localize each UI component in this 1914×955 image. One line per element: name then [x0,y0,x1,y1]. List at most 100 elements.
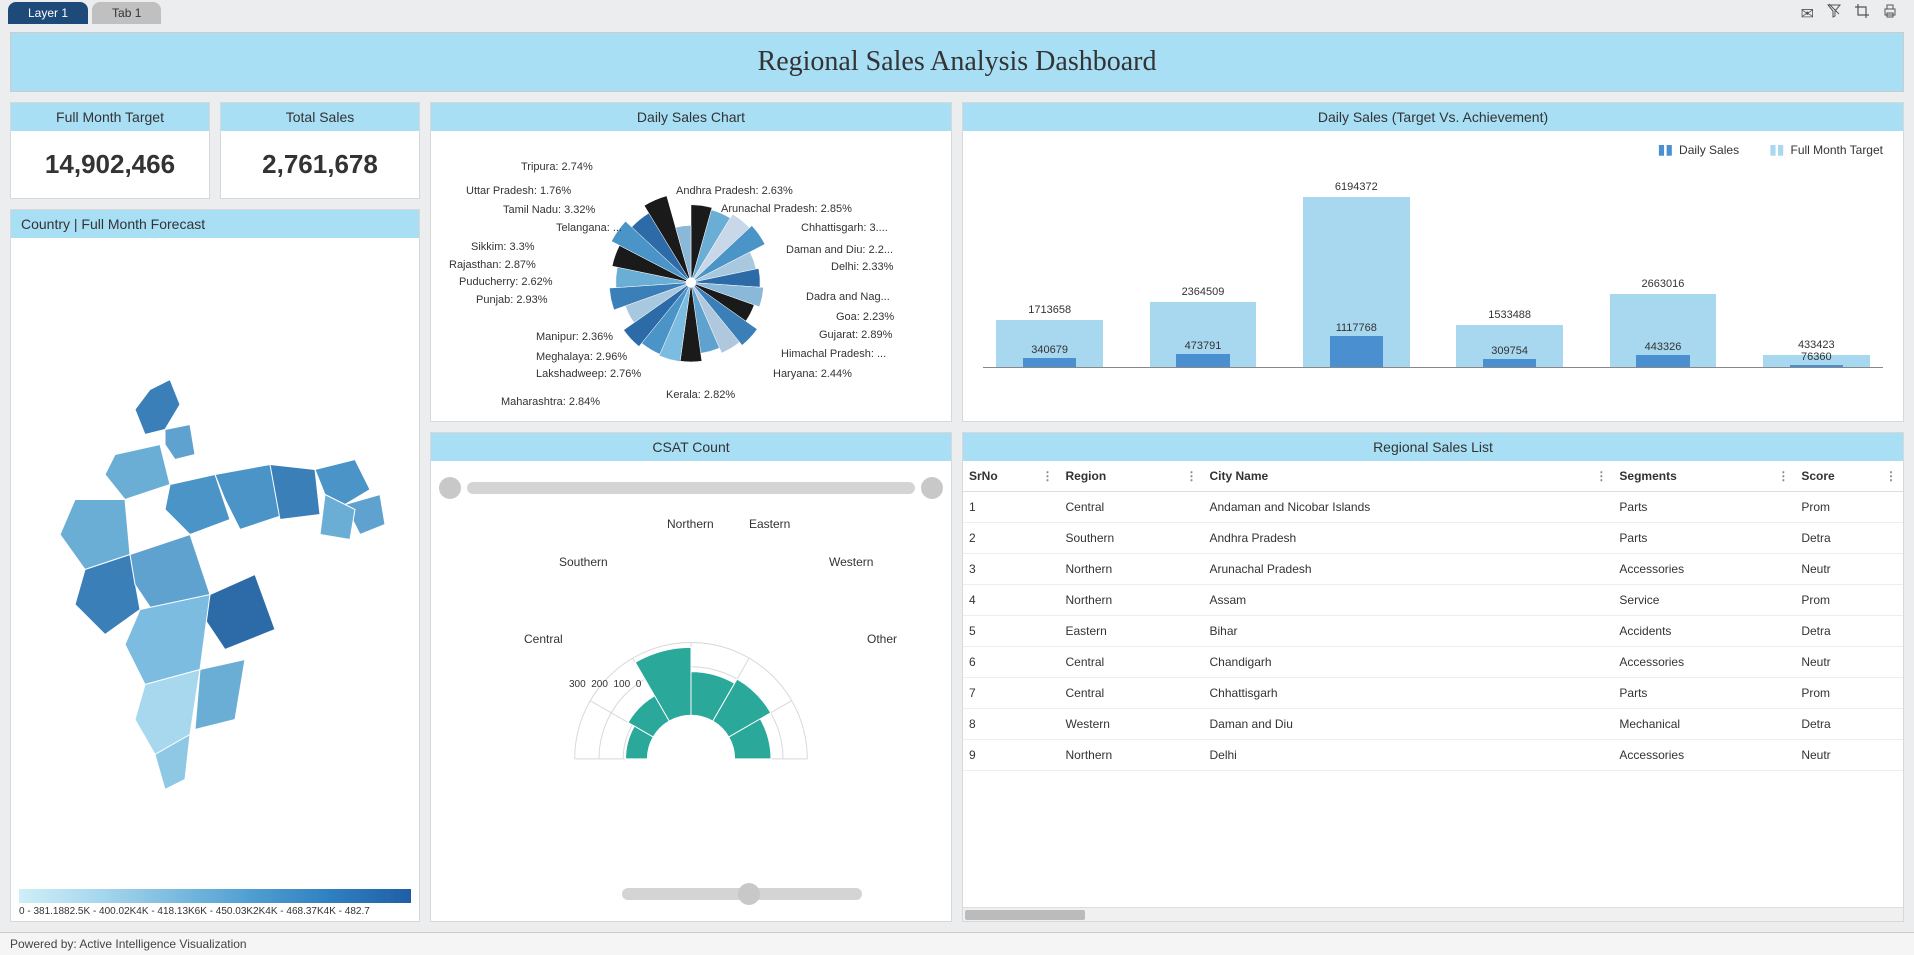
table-cell: 5 [963,616,1059,647]
csat-bottom-slider[interactable] [439,883,943,905]
table-row[interactable]: 6CentralChandigarhAccessoriesNeutr [963,647,1903,678]
table-header[interactable]: Segments⋮ [1613,461,1795,492]
column-menu-icon[interactable]: ⋮ [1885,469,1897,483]
table-cell: 8 [963,709,1059,740]
gauge-label-northern: Northern [667,517,714,531]
csat-panel: CSAT Count Northern Eastern Southern Wes… [430,432,952,922]
table-row[interactable]: 4NorthernAssamServiceProm [963,585,1903,616]
bar-group[interactable]: 1713658340679 [983,178,1116,367]
table-cell: 1 [963,492,1059,523]
kpi-sales-label: Total Sales [221,103,419,131]
table-cell: Accessories [1613,647,1795,678]
radial-slice-label: Haryana: 2.44% [773,368,852,380]
mail-icon[interactable]: ✉ [1801,4,1814,24]
tab-tab-1[interactable]: Tab 1 [92,2,161,24]
radial-slice-label: Himachal Pradesh: ... [781,348,886,360]
table-panel: Regional Sales List SrNo⋮Region⋮City Nam… [962,432,1904,922]
gauge-label-western: Western [829,555,873,569]
india-map[interactable] [15,242,415,917]
radial-slice-label: Tamil Nadu: 3.32% [503,204,595,216]
gauge-label-central: Central [524,632,563,646]
table-row[interactable]: 9NorthernDelhiAccessoriesNeutr [963,740,1903,771]
table-cell: Eastern [1059,616,1203,647]
table-cell: Northern [1059,554,1203,585]
radial-chart-panel: Daily Sales Chart Tripura: 2.74%Andhra P… [430,102,952,422]
bar-group[interactable]: 61943721117768 [1290,178,1423,367]
table-cell: 7 [963,678,1059,709]
bar-group[interactable]: 1533488309754 [1443,178,1576,367]
table-cell: Northern [1059,740,1203,771]
radial-slice-label: Andhra Pradesh: 2.63% [676,185,793,197]
table-cell: Prom [1795,678,1903,709]
legend-daily-sales[interactable]: ▮▮Daily Sales [1658,141,1739,158]
table-cell: Prom [1795,492,1903,523]
map-title: Country | Full Month Forecast [11,210,419,238]
radial-slice-label: Telangana: ... [556,222,622,234]
table-row[interactable]: 1CentralAndaman and Nicobar IslandsParts… [963,492,1903,523]
csat-top-slider[interactable] [439,477,943,499]
dashboard-title-panel: Regional Sales Analysis Dashboard [10,32,1904,92]
table-cell: Northern [1059,585,1203,616]
tab-layer-1[interactable]: Layer 1 [8,2,88,24]
table-header[interactable]: Score⋮ [1795,461,1903,492]
table-row[interactable]: 3NorthernArunachal PradeshAccessoriesNeu… [963,554,1903,585]
table-cell: Neutr [1795,647,1903,678]
table-cell: 9 [963,740,1059,771]
bar-group[interactable]: 43342376360 [1750,178,1883,367]
table-horizontal-scrollbar[interactable] [963,907,1903,921]
table-cell: Assam [1204,585,1614,616]
radial-slice-label: Meghalaya: 2.96% [536,351,627,363]
radial-slice-label: Punjab: 2.93% [476,294,548,306]
bar-chart[interactable]: ▮▮Daily Sales ▮▮Full Month Target 171365… [963,131,1903,421]
table-row[interactable]: 5EasternBiharAccidentsDetra [963,616,1903,647]
table-row[interactable]: 2SouthernAndhra PradeshPartsDetra [963,523,1903,554]
filter-clear-icon[interactable] [1826,3,1842,24]
bar-group[interactable]: 2364509473791 [1136,178,1269,367]
print-icon[interactable] [1882,3,1898,24]
gauge-ticks: 300 200 100 0 [569,679,641,690]
table-cell: Detra [1795,709,1903,740]
radial-slice-label: Gujarat: 2.89% [819,329,892,341]
table-cell: Central [1059,647,1203,678]
regional-sales-table[interactable]: SrNo⋮Region⋮City Name⋮Segments⋮Score⋮ 1C… [963,461,1903,771]
bar-chart-panel: Daily Sales (Target Vs. Achievement) ▮▮D… [962,102,1904,422]
radial-chart[interactable]: Tripura: 2.74%Andhra Pradesh: 2.63%Aruna… [431,131,951,422]
radial-slice-label: Dadra and Nag... [806,291,890,303]
radial-slice-label: Tripura: 2.74% [521,161,593,173]
table-cell: Southern [1059,523,1203,554]
column-menu-icon[interactable]: ⋮ [1186,469,1198,483]
radial-slice-label: Goa: 2.23% [836,311,894,323]
map-legend-text: 0 - 381.1882.5K - 400.02K4K - 418.13K6K … [19,906,411,917]
table-cell: Accidents [1613,616,1795,647]
table-cell: Parts [1613,678,1795,709]
csat-gauge[interactable]: Northern Eastern Southern Western Centra… [439,507,943,875]
table-cell: Daman and Diu [1204,709,1614,740]
table-header[interactable]: SrNo⋮ [963,461,1059,492]
table-row[interactable]: 8WesternDaman and DiuMechanicalDetra [963,709,1903,740]
map-legend: 0 - 381.1882.5K - 400.02K4K - 418.13K6K … [19,889,411,917]
table-cell: Service [1613,585,1795,616]
table-cell: Bihar [1204,616,1614,647]
radial-slice-label: Puducherry: 2.62% [459,276,553,288]
column-menu-icon[interactable]: ⋮ [1041,469,1053,483]
table-cell: Accessories [1613,554,1795,585]
bar-group[interactable]: 2663016443326 [1596,178,1729,367]
crop-icon[interactable] [1854,3,1870,24]
table-cell: Detra [1795,616,1903,647]
column-menu-icon[interactable]: ⋮ [1595,469,1607,483]
table-row[interactable]: 7CentralChhattisgarhPartsProm [963,678,1903,709]
radial-slice-label: Uttar Pradesh: 1.76% [466,185,571,197]
radial-slice-label: Manipur: 2.36% [536,331,613,343]
table-title: Regional Sales List [963,433,1903,461]
table-header[interactable]: City Name⋮ [1204,461,1614,492]
kpi-sales-value: 2,761,678 [221,131,419,198]
table-cell: Parts [1613,523,1795,554]
legend-full-month-target[interactable]: ▮▮Full Month Target [1769,141,1883,158]
table-cell: Delhi [1204,740,1614,771]
kpi-target: Full Month Target 14,902,466 [10,102,210,199]
radial-slice-label: Lakshadweep: 2.76% [536,368,641,380]
table-header[interactable]: Region⋮ [1059,461,1203,492]
column-menu-icon[interactable]: ⋮ [1777,469,1789,483]
table-cell: Chandigarh [1204,647,1614,678]
table-cell: 6 [963,647,1059,678]
